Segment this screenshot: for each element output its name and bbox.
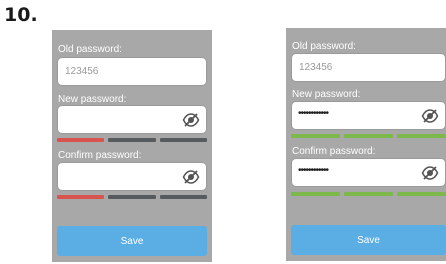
confirm-password-strength-meter [291,192,446,196]
new-password-label: New password: [292,89,361,100]
strength-segment [159,138,207,142]
strength-segment [57,195,105,199]
old-password-label: Old password: [58,44,122,55]
confirm-password-strength-meter [57,195,207,199]
confirm-password-label: Confirm password: [292,146,376,157]
new-password-field[interactable]: •••••••••••• [291,101,446,130]
step-number: 10. [4,4,38,26]
eye-slash-icon[interactable] [182,111,200,129]
strength-segment [108,138,156,142]
confirm-password-value: •••••••••••• [298,165,329,176]
change-password-screen-after: Old password: 123456 New password: •••••… [286,28,446,261]
eye-slash-icon[interactable] [182,168,200,186]
old-password-label: Old password: [292,41,356,52]
confirm-password-label: Confirm password: [58,150,142,161]
new-password-field[interactable] [57,105,207,134]
old-password-field[interactable]: 123456 [57,57,207,86]
strength-segment [291,192,340,196]
save-button[interactable]: Save [57,226,207,256]
strength-segment [344,192,393,196]
strength-segment [159,195,207,199]
change-password-screen-before: Old password: 123456 New password: Confi… [52,30,212,262]
confirm-password-field[interactable] [57,162,207,191]
new-password-value: •••••••••••• [298,108,329,119]
strength-segment [57,138,105,142]
old-password-value: 123456 [299,62,333,73]
new-password-strength-meter [291,134,446,138]
strength-segment [397,192,446,196]
strength-segment [108,195,156,199]
strength-segment [397,134,446,138]
save-button[interactable]: Save [291,225,446,255]
old-password-value: 123456 [65,66,99,77]
strength-segment [344,134,393,138]
confirm-password-field[interactable]: •••••••••••• [291,158,446,187]
new-password-strength-meter [57,138,207,142]
old-password-field[interactable]: 123456 [291,53,446,82]
strength-segment [291,134,340,138]
eye-slash-icon[interactable] [421,107,439,125]
eye-slash-icon[interactable] [421,164,439,182]
